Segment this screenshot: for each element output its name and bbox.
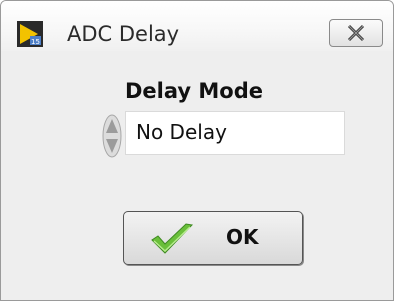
svg-text:15: 15 [31, 38, 40, 46]
up-down-arrows-icon [102, 114, 122, 158]
close-icon [347, 24, 365, 42]
delay-mode-label: Delay Mode [125, 79, 263, 103]
checkmark-icon [151, 223, 194, 254]
labview-vi-icon: 15 [17, 21, 43, 47]
delay-mode-field[interactable]: No Delay [125, 111, 345, 155]
close-button[interactable] [329, 19, 383, 47]
dialog-body: Delay Mode No Delay OK [1, 51, 393, 300]
delay-mode-stepper[interactable] [101, 113, 123, 159]
ok-button[interactable]: OK [123, 211, 303, 265]
title-bar[interactable]: 15 ADC Delay [1, 1, 393, 51]
dialog-window: 15 ADC Delay Delay Mode No Delay OK [0, 0, 394, 301]
ok-button-label: OK [226, 225, 259, 249]
delay-mode-value: No Delay [136, 120, 227, 144]
window-title: ADC Delay [67, 22, 180, 46]
